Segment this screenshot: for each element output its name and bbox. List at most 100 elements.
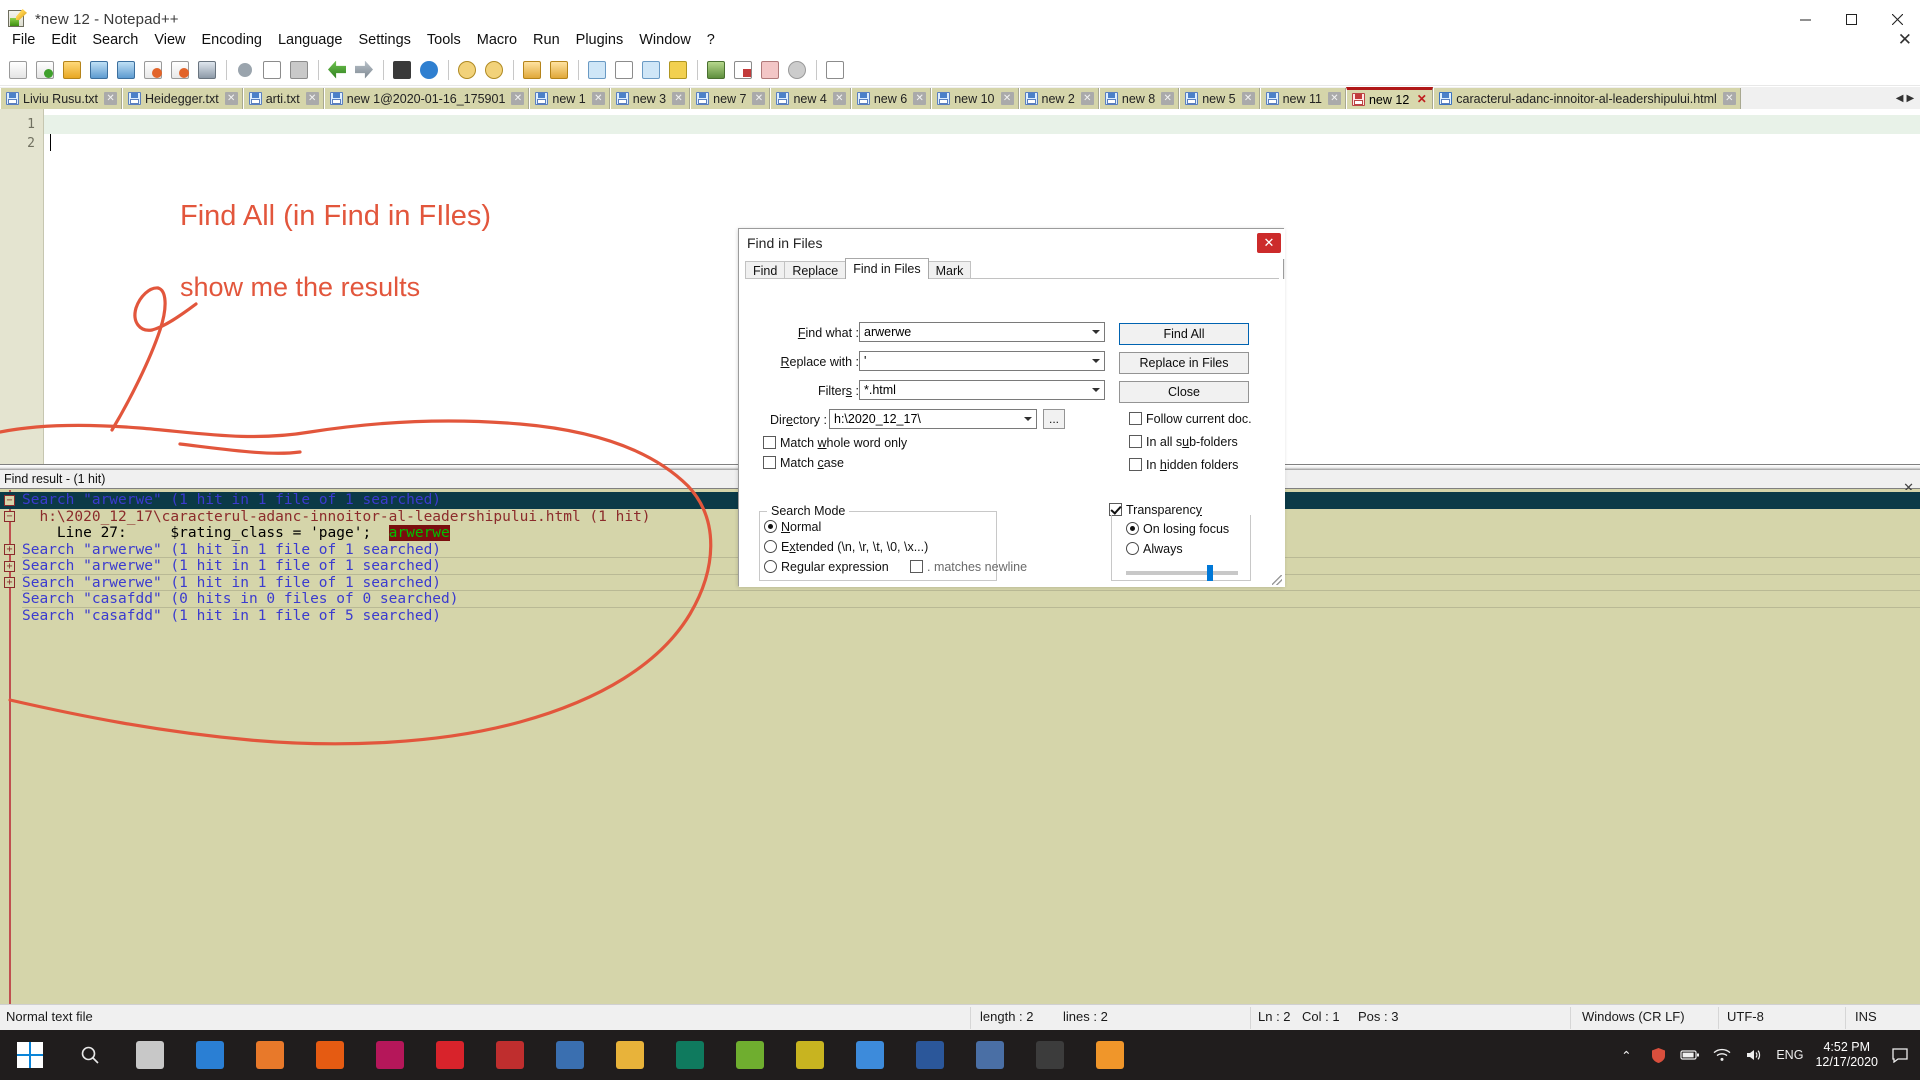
print-icon[interactable] bbox=[194, 57, 220, 83]
explorer-icon[interactable] bbox=[600, 1030, 660, 1080]
find-what-dropdown-icon[interactable] bbox=[1087, 323, 1104, 341]
search-mode-extended-radio[interactable]: Extended (\n, \r, \t, \0, \x...) bbox=[764, 540, 928, 554]
expand-icon[interactable]: + bbox=[4, 560, 15, 572]
menu-item-plugins[interactable]: Plugins bbox=[568, 30, 632, 50]
document-tab-close-icon[interactable]: ✕ bbox=[511, 92, 525, 105]
menu-item-file[interactable]: File bbox=[4, 30, 43, 50]
media-icon[interactable] bbox=[240, 1030, 300, 1080]
dialog-close-button[interactable]: ✕ bbox=[1257, 233, 1281, 253]
opera-gx-icon[interactable] bbox=[360, 1030, 420, 1080]
save-icon[interactable] bbox=[86, 57, 112, 83]
flash-icon[interactable] bbox=[780, 1030, 840, 1080]
menu-item-settings[interactable]: Settings bbox=[350, 30, 418, 50]
document-tab-6[interactable]: new 7 ✕ bbox=[690, 88, 771, 109]
indent-guide-icon[interactable] bbox=[638, 57, 664, 83]
replace-icon[interactable] bbox=[416, 57, 442, 83]
transparency-slider[interactable] bbox=[1126, 565, 1238, 581]
in-hidden-folders-box[interactable] bbox=[1129, 458, 1142, 471]
puzzle-icon[interactable] bbox=[1080, 1030, 1140, 1080]
document-tab-1[interactable]: Heidegger.txt ✕ bbox=[122, 88, 243, 109]
document-tab-7[interactable]: new 4 ✕ bbox=[770, 88, 851, 109]
document-tab-3[interactable]: new 1@2020-01-16_175901 ✕ bbox=[323, 88, 530, 109]
find-result-row[interactable]: Search "casafdd" (0 hits in 0 files of 0… bbox=[0, 591, 1920, 608]
extended-radio-dot[interactable] bbox=[764, 540, 777, 553]
menu-item-language[interactable]: Language bbox=[270, 30, 351, 50]
folder-workspace-icon[interactable] bbox=[757, 57, 783, 83]
notifications-icon[interactable] bbox=[1890, 1045, 1910, 1065]
document-tab-9[interactable]: new 10 ✕ bbox=[931, 88, 1019, 109]
volume-icon[interactable] bbox=[1744, 1045, 1764, 1065]
follow-current-doc-checkbox[interactable]: Follow current doc. bbox=[1129, 412, 1252, 426]
close-file-icon[interactable] bbox=[140, 57, 166, 83]
ultra-icon[interactable] bbox=[1020, 1030, 1080, 1080]
document-tab-close-icon[interactable]: ✕ bbox=[104, 92, 118, 105]
dreamweaver-icon[interactable] bbox=[660, 1030, 720, 1080]
close-all-files-icon[interactable] bbox=[167, 57, 193, 83]
dialog-resize-grip[interactable] bbox=[1272, 575, 1282, 585]
record-macro-icon[interactable] bbox=[784, 57, 810, 83]
document-tab-close-icon[interactable]: ✕ bbox=[1241, 92, 1255, 105]
sync-vertical-icon[interactable] bbox=[519, 57, 545, 83]
document-tab-close-icon[interactable]: ✕ bbox=[1722, 92, 1736, 105]
menu-item-run[interactable]: Run bbox=[525, 30, 568, 50]
chrome-icon[interactable] bbox=[840, 1030, 900, 1080]
document-tab-15[interactable]: caracterul-adanc-innoitor-al-leadershipu… bbox=[1433, 88, 1741, 109]
transparency-always-radio[interactable]: Always bbox=[1126, 542, 1183, 556]
redo-icon[interactable] bbox=[351, 57, 377, 83]
on-losing-focus-dot[interactable] bbox=[1126, 522, 1139, 535]
replace-with-dropdown-icon[interactable] bbox=[1087, 352, 1104, 370]
collapse-icon[interactable]: − bbox=[4, 494, 15, 506]
expand-icon[interactable]: + bbox=[4, 577, 15, 588]
new-file-icon[interactable] bbox=[5, 57, 31, 83]
taskbar-clock[interactable]: 4:52 PM 12/17/2020 bbox=[1815, 1040, 1878, 1070]
find-result-row[interactable]: Search "casafdd" (1 hit in 1 file of 5 s… bbox=[0, 608, 1920, 625]
in-all-subfolders-checkbox[interactable]: In all sub-folders bbox=[1129, 435, 1238, 449]
expand-icon[interactable]: + bbox=[4, 544, 15, 555]
document-tab-close-icon[interactable]: ✕ bbox=[224, 92, 238, 105]
directory-input[interactable]: h:\2020_12_17\ bbox=[829, 409, 1037, 429]
dialog-tab-replace[interactable]: Replace bbox=[784, 261, 847, 279]
document-tab-close-icon[interactable]: ✕ bbox=[1327, 92, 1341, 105]
battery-icon[interactable] bbox=[1680, 1045, 1700, 1065]
filters-dropdown-icon[interactable] bbox=[1087, 381, 1104, 399]
match-case-box[interactable] bbox=[763, 456, 776, 469]
find-icon[interactable] bbox=[389, 57, 415, 83]
start-button[interactable] bbox=[0, 1030, 60, 1080]
tab-scroll-controls[interactable]: ◀ ▶ bbox=[1890, 87, 1920, 109]
normal-radio-dot[interactable] bbox=[764, 520, 777, 533]
directory-dropdown-icon[interactable] bbox=[1019, 410, 1036, 428]
document-tab-12[interactable]: new 5 ✕ bbox=[1179, 88, 1260, 109]
filters-input[interactable]: *.html bbox=[859, 380, 1105, 400]
replace-with-input[interactable]: ' bbox=[859, 351, 1105, 371]
document-tab-5[interactable]: new 3 ✕ bbox=[609, 88, 691, 109]
save-all-icon[interactable] bbox=[113, 57, 139, 83]
zoom-in-icon[interactable] bbox=[454, 57, 480, 83]
match-whole-word-box[interactable] bbox=[763, 436, 776, 449]
tab-scroll-left-icon[interactable]: ◀ bbox=[1896, 93, 1904, 104]
menu-item-tools[interactable]: Tools bbox=[419, 30, 469, 50]
dialog-tab-find[interactable]: Find bbox=[745, 261, 786, 279]
document-tab-11[interactable]: new 8 ✕ bbox=[1098, 88, 1180, 109]
in-all-subfolders-box[interactable] bbox=[1129, 435, 1142, 448]
menu-item-view[interactable]: View bbox=[146, 30, 193, 50]
store-icon[interactable] bbox=[120, 1030, 180, 1080]
find-what-input[interactable]: arwerwe bbox=[859, 322, 1105, 342]
wifi-icon[interactable] bbox=[1712, 1045, 1732, 1065]
word-icon[interactable] bbox=[900, 1030, 960, 1080]
user-lang-icon[interactable] bbox=[665, 57, 691, 83]
notepad-icon[interactable] bbox=[540, 1030, 600, 1080]
stats-icon[interactable] bbox=[960, 1030, 1020, 1080]
function-list-icon[interactable] bbox=[730, 57, 756, 83]
document-tab-0[interactable]: Liviu Rusu.txt ✕ bbox=[0, 88, 123, 109]
always-dot[interactable] bbox=[1126, 542, 1139, 555]
in-hidden-folders-checkbox[interactable]: In hidden folders bbox=[1129, 458, 1238, 472]
opera-icon[interactable] bbox=[420, 1030, 480, 1080]
document-tab-close-icon[interactable]: ✕ bbox=[1415, 93, 1428, 106]
tab-scroll-right-icon[interactable]: ▶ bbox=[1907, 93, 1915, 104]
tray-chevron-icon[interactable]: ⌃ bbox=[1616, 1045, 1636, 1065]
search-icon[interactable] bbox=[60, 1030, 120, 1080]
collapse-icon[interactable]: − bbox=[4, 511, 15, 522]
regex-radio-dot[interactable] bbox=[764, 560, 777, 573]
browse-directory-button[interactable]: ... bbox=[1043, 409, 1065, 429]
zoom-out-icon[interactable] bbox=[481, 57, 507, 83]
